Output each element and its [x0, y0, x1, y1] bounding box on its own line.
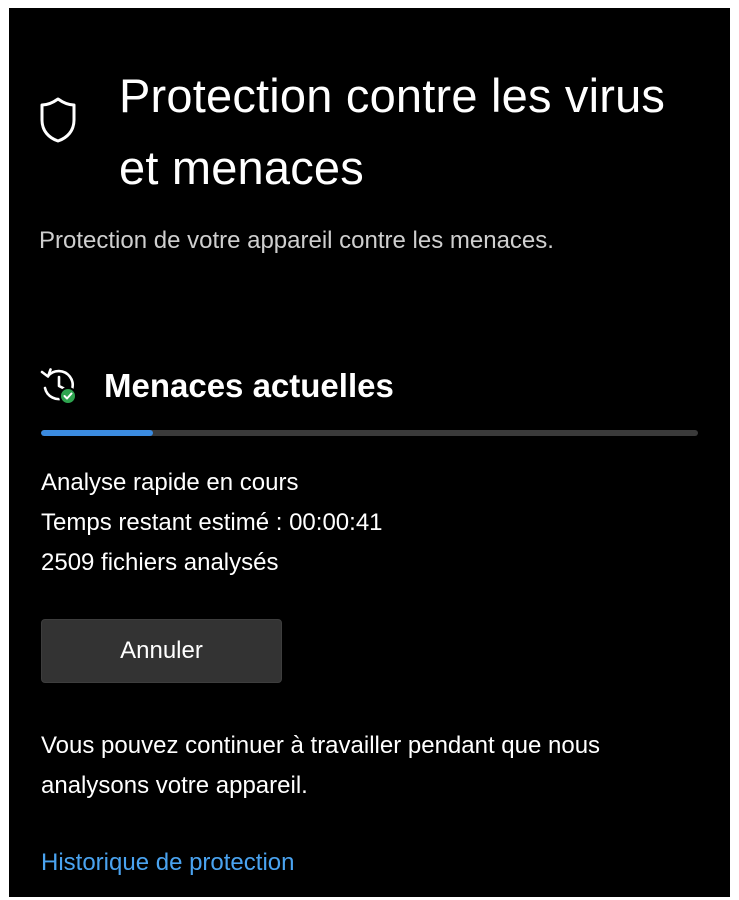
section-title: Menaces actuelles	[104, 367, 394, 404]
cancel-button[interactable]: Annuler	[41, 619, 282, 683]
files-scanned-label: 2509 fichiers analysés	[41, 549, 279, 576]
page-subtitle: Protection de votre appareil contre les …	[39, 227, 554, 254]
time-remaining-label: Temps restant estimé : 00:00:41	[41, 509, 383, 536]
security-window: Protection contre les virus et menaces P…	[9, 8, 730, 897]
clock-refresh-check-icon	[40, 368, 77, 405]
protection-history-link[interactable]: Historique de protection	[41, 846, 294, 880]
scan-status: Analyse rapide en cours Temps restant es…	[41, 463, 383, 583]
info-text: Vous pouvez continuer à travailler penda…	[41, 732, 601, 799]
page-title: Protection contre les virus et menaces	[119, 69, 666, 194]
shield-icon	[40, 97, 76, 143]
scan-type-label: Analyse rapide en cours	[41, 469, 299, 496]
scan-progress-fill	[41, 430, 153, 436]
scan-progress-bar	[41, 430, 698, 436]
